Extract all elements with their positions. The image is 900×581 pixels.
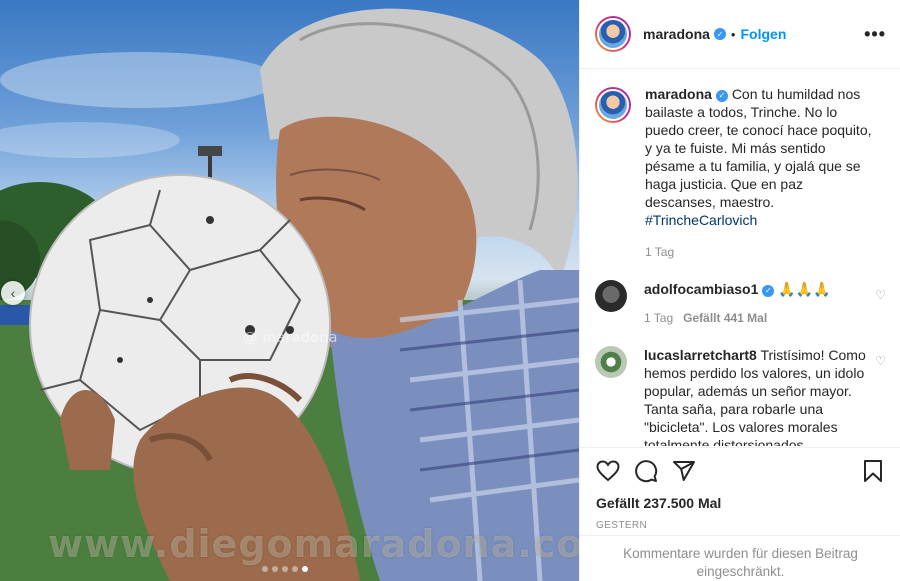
- like-comment-heart-icon[interactable]: ♡: [875, 354, 886, 368]
- comment-item: lucaslarretchart8 Tristísimo! Como hemos…: [595, 346, 886, 446]
- caption-username[interactable]: maradona: [645, 86, 712, 102]
- like-heart-icon[interactable]: [596, 459, 620, 483]
- post-side-panel: maradona ✓ • Folgen ••• maradona ✓ Con tu…: [579, 0, 900, 581]
- post-header: maradona ✓ • Folgen •••: [580, 0, 900, 69]
- commenter-avatar[interactable]: [595, 280, 627, 312]
- comment-username[interactable]: lucaslarretchart8: [644, 347, 757, 363]
- comment-likes[interactable]: Gefällt 441 Mal: [683, 309, 767, 327]
- caption-timestamp[interactable]: 1 Tag: [645, 243, 875, 261]
- follow-button[interactable]: Folgen: [740, 26, 786, 42]
- caption-text: Con tu humildad nos bailaste a todos, Tr…: [645, 86, 872, 210]
- commenter-avatar[interactable]: [595, 346, 627, 378]
- avatar[interactable]: [595, 16, 631, 52]
- separator: •: [730, 26, 736, 42]
- comment-bubble-icon[interactable]: [634, 459, 658, 483]
- caption-avatar[interactable]: [595, 87, 631, 123]
- comment-item: adolfocambiaso1 ✓ 🙏🙏🙏 1 Tag Gefällt 441 M…: [595, 280, 886, 327]
- verified-badge-icon: ✓: [713, 28, 726, 40]
- image-watermark: @ maradona: [243, 330, 338, 346]
- post-date[interactable]: GESTERN: [596, 520, 885, 531]
- carousel-indicator: [262, 566, 308, 572]
- photo-illustration: [0, 8, 579, 581]
- bookmark-icon[interactable]: [861, 459, 885, 483]
- carousel-dot: [262, 566, 268, 572]
- more-options-icon[interactable]: •••: [864, 24, 886, 45]
- chevron-left-icon: ‹: [10, 285, 16, 301]
- caption: maradona ✓ Con tu humildad nos bailaste a…: [595, 85, 886, 261]
- comment-body: lucaslarretchart8 Tristísimo! Como hemos…: [644, 346, 872, 446]
- hashtag-link[interactable]: #TrincheCarlovich: [645, 212, 757, 228]
- post-photo[interactable]: @ maradona www.diegomaradona.com ‹: [0, 0, 579, 581]
- share-paper-plane-icon[interactable]: [672, 459, 696, 483]
- comment-text: 🙏🙏🙏: [778, 281, 831, 297]
- action-bar: Gefällt 237.500 Mal GESTERN: [580, 447, 900, 531]
- verified-badge-icon: ✓: [715, 90, 728, 102]
- carousel-dot: [272, 566, 278, 572]
- carousel-dot: [292, 566, 298, 572]
- caption-body: maradona ✓ Con tu humildad nos bailaste a…: [645, 85, 875, 261]
- comment-timestamp[interactable]: 1 Tag: [644, 309, 673, 327]
- comments-section[interactable]: maradona ✓ Con tu humildad nos bailaste a…: [580, 69, 900, 446]
- action-icons: [596, 458, 885, 484]
- carousel-dot: [282, 566, 288, 572]
- likes-count[interactable]: Gefällt 237.500 Mal: [596, 495, 885, 511]
- comment-body: adolfocambiaso1 ✓ 🙏🙏🙏 1 Tag Gefällt 441 M…: [644, 280, 872, 327]
- header-username[interactable]: maradona: [643, 26, 710, 42]
- like-comment-heart-icon[interactable]: ♡: [875, 288, 886, 302]
- comment-username[interactable]: adolfocambiaso1: [644, 281, 758, 297]
- comment-meta: 1 Tag Gefällt 441 Mal: [644, 309, 872, 327]
- carousel-prev-button[interactable]: ‹: [1, 281, 25, 305]
- instagram-post: @ maradona www.diegomaradona.com ‹ marad…: [0, 0, 900, 581]
- carousel-dot-active: [302, 566, 308, 572]
- verified-badge-icon: ✓: [762, 285, 775, 297]
- comments-restricted-notice: Kommentare wurden für diesen Beitrag ein…: [580, 535, 900, 581]
- website-watermark: www.diegomaradona.com: [48, 522, 579, 566]
